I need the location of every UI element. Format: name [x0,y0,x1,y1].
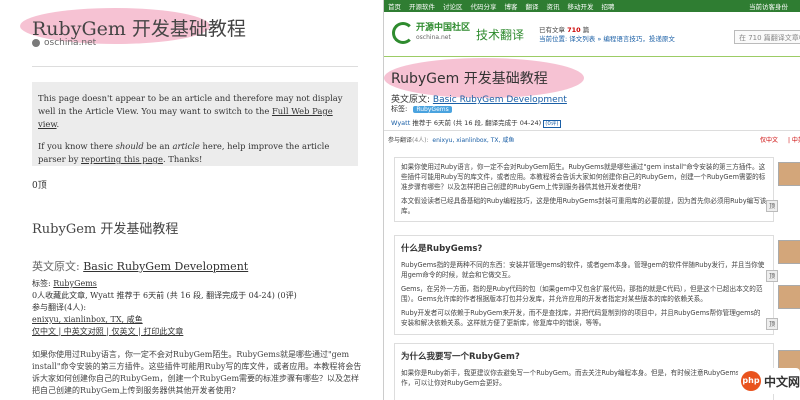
paragraph-text: 如果你是Ruby新手，我更建议你去避免写一个RubyGem。而去关注Ruby编程… [401,369,766,387]
participants-links[interactable]: enixyu, xianlinbox, TX, 咸鱼 [32,314,297,326]
full-page-pane: 首页 开源软件 讨论区 代码分享 博客 翻译 资讯 移动开发 招聘 当前访客身份… [383,0,800,400]
paragraph-card: 什么是RubyGems? RubyGems指的是两种不同的东西：安装并管理gem… [394,235,774,335]
top-nav-bar: 首页 开源软件 讨论区 代码分享 博客 翻译 资讯 移动开发 招聘 当前访客身份 [384,0,800,12]
tag-link[interactable]: RubyGems [53,279,97,288]
stats-count: 710 [567,26,581,34]
comment-count-link[interactable]: (0评) [543,120,561,128]
notice-text: be an [143,141,173,151]
view-mode-links[interactable]: 仅中文 | 中英文对照 | 仅英文 | 打印此文章 [32,326,297,338]
article-meta: 标签: RubyGems 0人收藏此文章, Wyatt 推荐于 6天前 (共 1… [32,278,297,338]
nav-item-blog[interactable]: 博客 [505,1,518,11]
stats-suffix: 篇 [582,26,590,34]
avatar[interactable] [778,240,800,264]
paragraph-text: 本文假设读者已经具备基础的Ruby编程技巧，这是使用RubyGems封装可重用库… [401,197,767,215]
original-label: 英文原文: [32,260,84,273]
reader-title: RubyGem 开发基础教程 [32,18,246,40]
original-link[interactable]: Basic RubyGem Development [433,95,567,105]
visitor-status: 当前访客身份 [749,3,788,11]
tags-label: 标签: [32,279,54,288]
nav-item-mobile[interactable]: 移动开发 [568,1,594,11]
participants-label: 参与翻译 [388,137,413,144]
bilingual-link[interactable]: | 中英 [788,135,800,144]
nav-item-software[interactable]: 开源软件 [409,1,435,11]
notice-text: If you know there [38,141,116,151]
only-chinese-link[interactable]: 仅中文 [760,135,778,144]
tags-row: 标签: RubyGems [391,104,452,114]
paragraph-text: RubyGems指的是两种不同的东西：安装并管理gems的软件，或者gem本身。… [401,261,765,279]
globe-icon [32,39,40,47]
section-title: 技术翻译 [476,28,525,42]
article-info: Wyatt 推荐于 6天前 (共 16 段, 翻译完成于 04-24) (0评) [391,117,561,128]
notice-text: . [56,119,60,129]
participant-names[interactable]: enixyu, xianlinbox, TX, 咸鱼 [32,315,143,324]
paragraph-card: 为什么我要写一个RubyGem? 如果你是Ruby新手，我更建议你去避免写一个R… [394,343,774,400]
notice-emphasis: article [172,141,200,151]
nav-item-translate[interactable]: 翻译 [526,1,539,11]
breadcrumb-links[interactable]: 当前位置: 译文列表 » 编程语言技巧，投递原文 [539,35,675,43]
avatar[interactable] [778,285,800,309]
watermark-logo: php [741,371,761,391]
logo-icon [392,22,414,44]
vote-button[interactable]: 顶 [766,318,778,330]
logo-main: 开源中国社区 [416,23,471,33]
tag-badge[interactable]: RubyGems [413,105,452,113]
meta-line: 0人收藏此文章, Wyatt 推荐于 6天前 (共 16 段, 翻译完成于 04… [32,291,297,300]
article-heading: RubyGem 开发基础教程 [32,222,179,237]
divider [32,66,358,67]
stats-block: 已有文章 710 篇 当前位置: 译文列表 » 编程语言技巧，投递原文 [539,26,675,44]
notice-paragraph-2: If you know there should be an article h… [38,140,352,166]
header-divider [384,56,800,57]
article-body: 如果你使用过Ruby语言，你一定不会对RubyGem陌生。RubyGems就是哪… [32,350,362,395]
paragraph-text: Ruby开发者可以依赖于RubyGem来开发，而不是查找库，并把代码复制到你的项… [401,309,761,327]
participants-label: 参与翻译(4人): [32,303,87,312]
watermark: php 中文网 [738,368,800,394]
paragraph-text: Gems，在另外一方面，指的是Ruby代码的包（如果gem中又包含扩展代码，那指… [401,285,763,303]
vote-button[interactable]: 顶 [766,200,778,212]
logo-sub: oschina.net [416,34,451,41]
page-title: RubyGem 开发基础教程 [391,71,548,87]
original-title: 英文原文: Basic RubyGem Development [32,258,248,274]
stats-line: 已有文章 710 篇 [539,26,675,35]
nav-item-jobs[interactable]: 招聘 [602,1,615,11]
reader-site: oschina.net [32,38,96,48]
logo-text: 开源中国社区 oschina.net [416,23,470,43]
info-text: 推荐于 6天前 (共 16 段, 翻译完成于 04-24) [410,119,544,127]
author-link[interactable]: Wyatt [391,119,410,127]
avatar[interactable] [778,162,800,186]
participants-row: 参与翻译(4人): enixyu, xianlinbox, TX, 咸鱼 仅中文… [388,135,800,144]
nav-item-code[interactable]: 代码分享 [471,1,497,11]
tags-row: 标签: RubyGems [32,278,297,290]
reader-view-pane: RubyGem 开发基础教程 oschina.net This page doe… [0,0,380,400]
participants-count: (4人): [412,137,429,144]
reader-notice-box: This page doesn't appear to be an articl… [32,82,358,166]
vote-button[interactable]: 顶 [766,270,778,282]
report-page-link[interactable]: reporting this page [81,154,163,164]
search-input[interactable]: 在 710 篇翻译文章中搜索 [734,30,800,44]
tags-label: 标签: [391,105,408,113]
participant-links[interactable]: enixyu, xianlinbox, TX, 咸鱼 [432,137,514,144]
site-header: 开源中国社区 oschina.net 技术翻译 已有文章 710 篇 当前位置: … [384,12,800,56]
notice-emphasis: should [115,141,144,151]
breadcrumb[interactable]: 当前位置: 译文列表 » 编程语言技巧，投递原文 [539,35,675,44]
notice-paragraph-1: This page doesn't appear to be an articl… [38,92,352,131]
vote-count: 0顶 [32,181,47,191]
paragraph-card: 如果你使用过Ruby语言，你一定不会对RubyGem陌生。RubyGems就是哪… [394,157,774,222]
site-domain: oschina.net [44,38,97,48]
divider [384,130,800,131]
paragraph-text: 如果你使用过Ruby语言，你一定不会对RubyGem陌生。RubyGems就是哪… [401,163,766,191]
stats-prefix: 已有文章 [539,26,565,34]
section-heading: 为什么我要写一个RubyGem? [401,352,520,362]
notice-text: . Thanks! [162,154,203,164]
section-heading: 什么是RubyGems? [401,244,483,254]
nav-item-forum[interactable]: 讨论区 [443,1,463,11]
watermark-text: 中文网 [764,374,800,389]
nav-item-home[interactable]: 首页 [388,1,401,11]
nav-item-news[interactable]: 资讯 [547,1,560,11]
view-mode-text[interactable]: 仅中文 | 中英文对照 | 仅英文 | 打印此文章 [32,327,183,336]
original-link[interactable]: Basic RubyGem Development [83,260,248,273]
site-logo[interactable]: 开源中国社区 oschina.net [392,22,470,44]
